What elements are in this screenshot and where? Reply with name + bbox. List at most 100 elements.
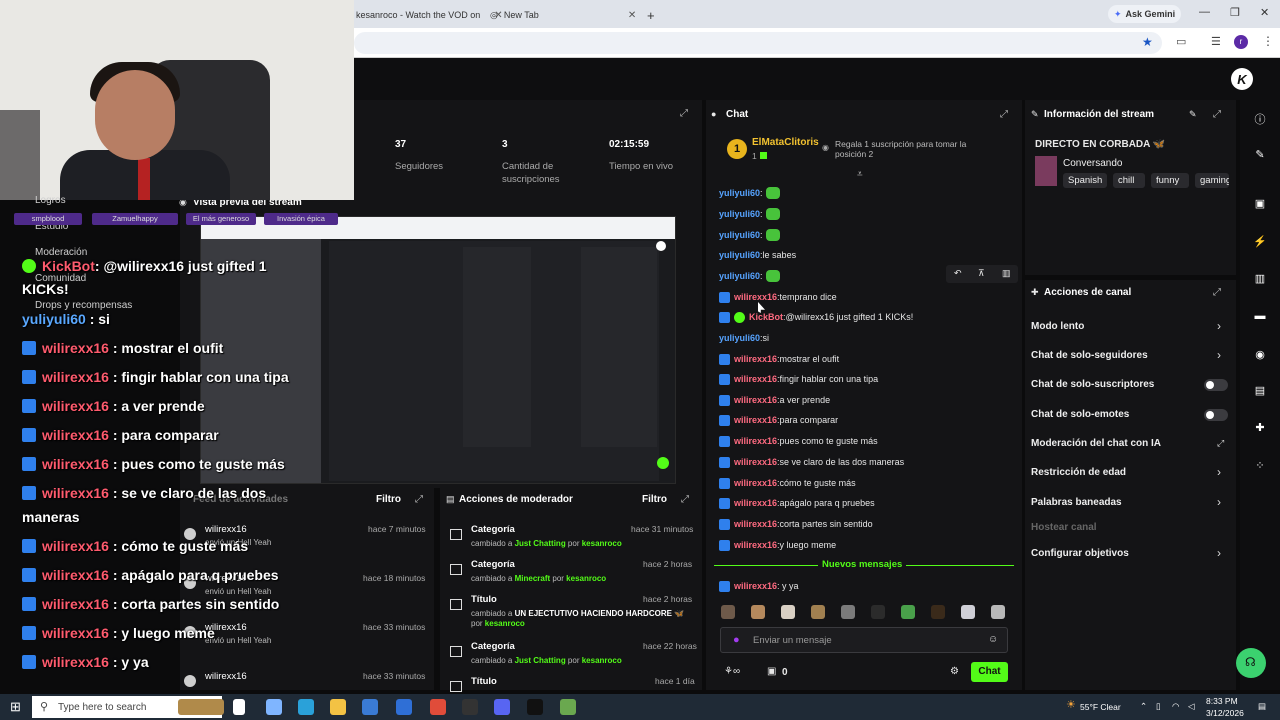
clipboard-icon[interactable]: ▥: [1252, 272, 1268, 288]
edge-icon[interactable]: [298, 699, 314, 715]
emote-icon[interactable]: [841, 605, 855, 619]
chat-username[interactable]: yuliyuli60: [719, 230, 760, 240]
ask-gemini-button[interactable]: ✦ Ask Gemini: [1108, 5, 1182, 23]
pencil-icon[interactable]: ✎: [1252, 148, 1268, 164]
mail-icon[interactable]: [396, 699, 412, 715]
sidebar-item[interactable]: Logros: [35, 195, 66, 206]
chrome-icon[interactable]: [430, 699, 446, 715]
pin-icon[interactable]: ⊼: [978, 268, 985, 279]
chat-icon[interactable]: ▬: [1252, 310, 1268, 326]
chat-username[interactable]: wilirexx16: [734, 436, 777, 446]
channel-action-item[interactable]: Chat de solo-emotes: [1031, 409, 1129, 420]
emote-icon[interactable]: [781, 605, 795, 619]
minecraft-icon[interactable]: [560, 699, 576, 715]
toggle-switch[interactable]: [1204, 379, 1228, 391]
bookmark-star-icon[interactable]: ★: [1142, 35, 1153, 49]
pinned-user[interactable]: ElMataClitoris: [752, 137, 819, 148]
chat-username[interactable]: wilirexx16: [734, 498, 777, 508]
channel-action-item[interactable]: Modo lento: [1031, 321, 1084, 332]
sidebar-item[interactable]: Moderación: [35, 247, 87, 258]
lightning-icon[interactable]: ⚡: [1252, 235, 1268, 251]
tag-chip[interactable]: gaming: [1195, 173, 1229, 188]
tab-new-tab[interactable]: ◎ New Tab ✕: [490, 4, 636, 26]
send-chat-button[interactable]: Chat: [971, 662, 1008, 682]
minimize-button[interactable]: —: [1199, 6, 1210, 18]
clock-time[interactable]: 8:33 PM: [1206, 696, 1238, 706]
chevron-right-icon[interactable]: ›: [1217, 465, 1221, 479]
store-icon[interactable]: [362, 699, 378, 715]
expand-icon[interactable]: ⤢: [680, 108, 688, 119]
chat-username[interactable]: wilirexx16: [734, 519, 777, 529]
wrench-icon[interactable]: ✚: [1252, 421, 1268, 437]
chat-username[interactable]: wilirexx16: [734, 354, 777, 364]
windows-start-icon[interactable]: ⊞: [10, 699, 21, 715]
info-icon[interactable]: ⓘ: [1252, 111, 1268, 127]
capcut-icon[interactable]: [527, 699, 543, 715]
microphone-icon[interactable]: ●: [733, 634, 740, 646]
channel-action-item[interactable]: Hostear canal: [1031, 522, 1097, 533]
settings-gear-icon[interactable]: ⚙: [950, 666, 959, 677]
chat-username[interactable]: yuliyuli60: [719, 209, 760, 219]
emote-icon[interactable]: [931, 605, 945, 619]
weather-text[interactable]: 55°F Clear: [1080, 702, 1121, 712]
activity-filter-button[interactable]: Filtro: [376, 494, 401, 505]
edit-icon[interactable]: ✎: [1189, 109, 1197, 120]
target-icon[interactable]: ▣: [1252, 197, 1268, 213]
expand-icon[interactable]: ⤢: [681, 494, 689, 505]
chat-username[interactable]: wilirexx16: [734, 540, 777, 550]
detail-user[interactable]: kesanroco: [582, 656, 622, 665]
category-name[interactable]: Conversando: [1063, 158, 1122, 169]
expand-icon[interactable]: ⤢: [1000, 109, 1008, 120]
chat-username[interactable]: wilirexx16: [734, 478, 777, 488]
channel-action-item[interactable]: Chat de solo-suscriptores: [1031, 379, 1154, 390]
channel-action-item[interactable]: Configurar objetivos: [1031, 548, 1129, 559]
discord-icon[interactable]: [494, 699, 510, 715]
clock-date[interactable]: 3/12/2026: [1206, 708, 1244, 718]
detail-value[interactable]: UN EJECTUTIVO HACIENDO HARDCORE 🦋: [515, 609, 685, 618]
chat-username[interactable]: yuliyuli60: [719, 333, 760, 343]
chat-username[interactable]: wilirexx16: [734, 457, 777, 467]
chat-username[interactable]: yuliyuli60: [719, 188, 760, 198]
chat-username[interactable]: wilirexx16: [734, 415, 777, 425]
notifications-icon[interactable]: ▤: [1258, 701, 1266, 712]
stream-preview-video[interactable]: [200, 216, 676, 484]
channel-action-item[interactable]: Palabras baneadas: [1031, 497, 1122, 508]
profile-avatar[interactable]: r: [1234, 35, 1248, 49]
menu-icon[interactable]: ⋮: [1262, 34, 1274, 48]
copilot-icon[interactable]: [266, 699, 282, 715]
expand-icon[interactable]: ⤢: [1213, 287, 1221, 298]
toggle-switch[interactable]: [1204, 409, 1228, 421]
cast-icon[interactable]: ▭: [1176, 35, 1186, 48]
server-icon[interactable]: ▤: [1252, 384, 1268, 400]
channel-action-item[interactable]: Chat de solo-seguidores: [1031, 350, 1148, 361]
maximize-button[interactable]: ❐: [1230, 6, 1240, 19]
tag-chip[interactable]: chill: [1113, 173, 1145, 188]
chevron-right-icon[interactable]: ›: [1217, 495, 1221, 509]
detail-value[interactable]: Minecraft: [515, 574, 551, 583]
external-link-icon[interactable]: ⤢: [1217, 438, 1224, 449]
emote-icon[interactable]: [721, 605, 735, 619]
support-chat-button[interactable]: ☊: [1236, 648, 1266, 678]
gift-box-icon[interactable]: ▣: [767, 666, 776, 677]
mod-actions-filter-button[interactable]: Filtro: [642, 494, 667, 505]
kick-logo-icon[interactable]: K: [1231, 68, 1253, 90]
chat-username[interactable]: wilirexx16: [734, 395, 777, 405]
volume-icon[interactable]: ◁: [1188, 701, 1195, 712]
emote-icon[interactable]: [961, 605, 975, 619]
detail-value[interactable]: Just Chatting: [515, 539, 566, 548]
task-view-icon[interactable]: [233, 699, 245, 715]
obs-icon[interactable]: [462, 699, 478, 715]
chat-username[interactable]: wilirexx16: [734, 292, 777, 302]
channel-action-item[interactable]: Restricción de edad: [1031, 467, 1126, 478]
reply-icon[interactable]: ↶: [954, 268, 962, 279]
sidebar-item[interactable]: Drops y recompensas: [35, 300, 132, 311]
detail-value[interactable]: Just Chatting: [515, 656, 566, 665]
expand-icon[interactable]: ⤢: [415, 494, 423, 505]
detail-user[interactable]: kesanroco: [582, 539, 622, 548]
close-window-button[interactable]: ✕: [1260, 6, 1269, 19]
chevron-right-icon[interactable]: ›: [1217, 546, 1221, 560]
file-explorer-icon[interactable]: [330, 699, 346, 715]
new-tab-button[interactable]: +: [647, 4, 655, 26]
chevron-right-icon[interactable]: ›: [1217, 319, 1221, 333]
detail-user[interactable]: kesanroco: [566, 574, 606, 583]
